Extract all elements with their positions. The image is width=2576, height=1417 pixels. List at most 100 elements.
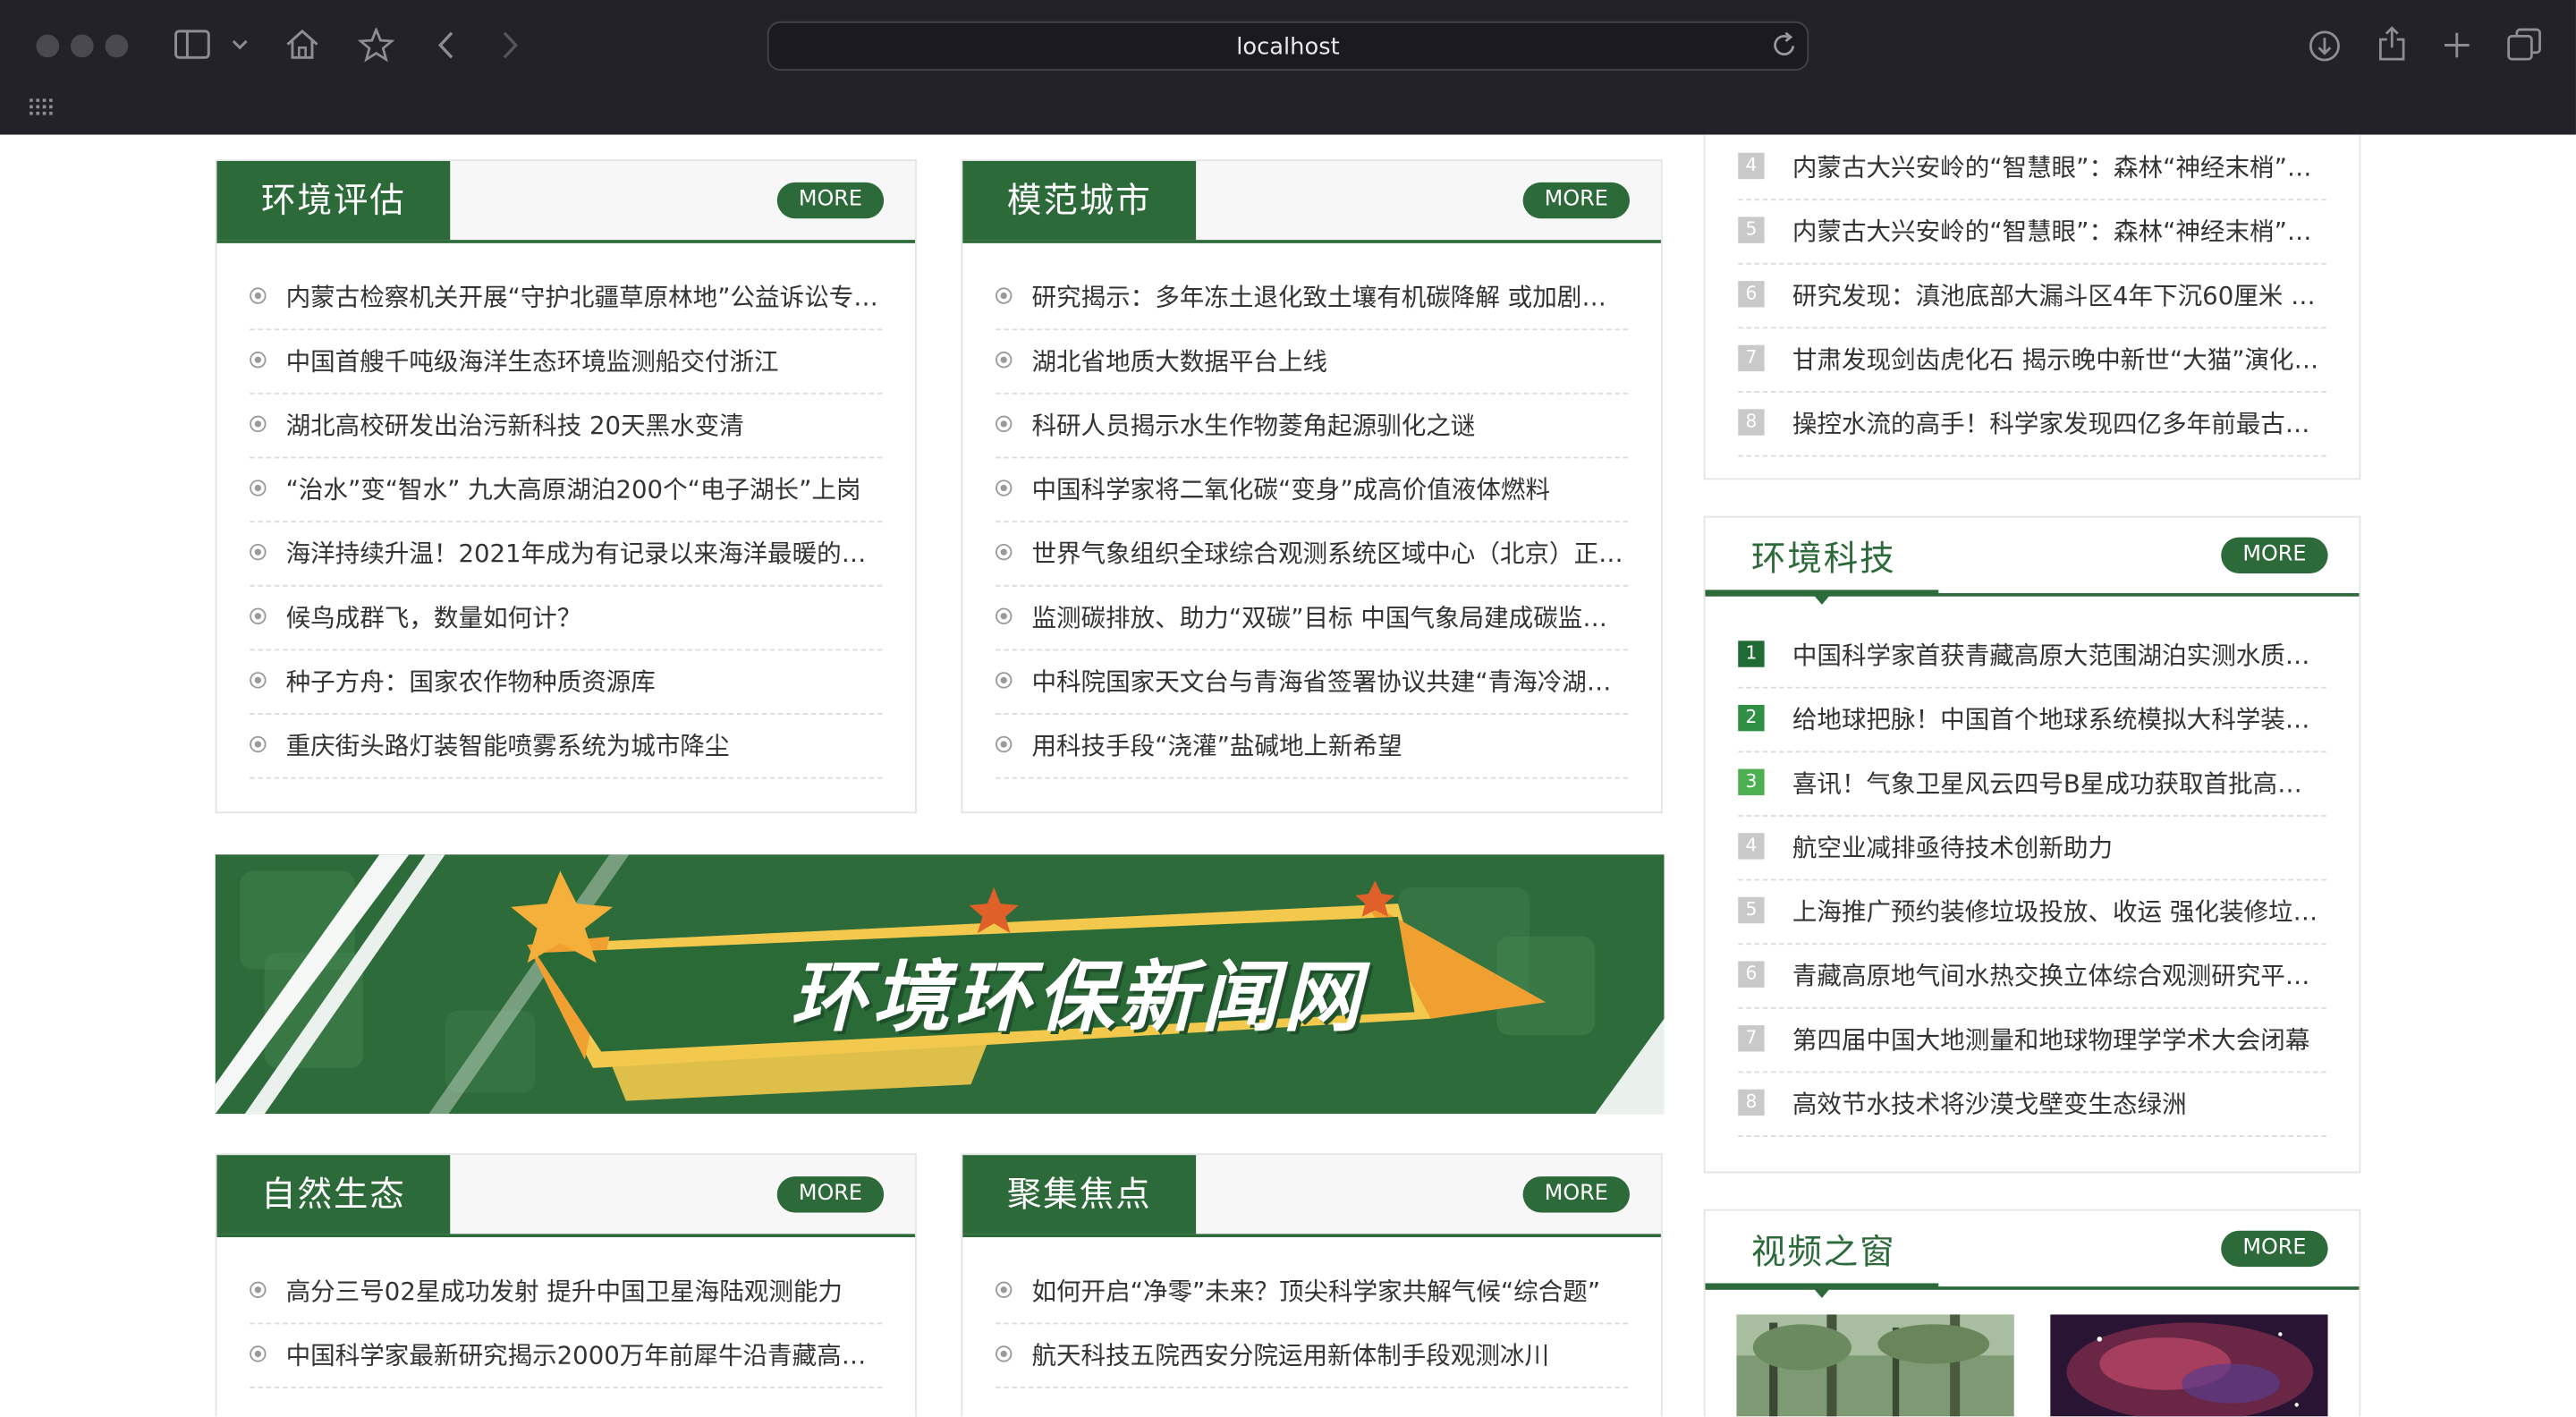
news-link[interactable]: 中国首艘千吨级海洋生态环境监测船交付浙江 <box>286 344 883 378</box>
list-item[interactable]: 重庆街头路灯装智能喷雾系统为城市降尘 <box>250 715 883 779</box>
chevron-down-icon[interactable] <box>232 39 248 51</box>
list-item[interactable]: 监测碳排放、助力“双碳”目标 中国气象局建成碳监测网 <box>996 587 1629 651</box>
list-item[interactable]: 4 内蒙古大兴安岭的“智慧眼”：森林“神经末梢”守护绿水青山 <box>1738 136 2326 201</box>
address-bar[interactable]: localhost <box>767 21 1809 71</box>
news-link[interactable]: 高效节水技术将沙漠戈壁变生态绿洲 <box>1792 1086 2326 1121</box>
tabs-overview-icon[interactable] <box>2507 28 2542 63</box>
panel-title[interactable]: 环境评估 <box>216 160 451 241</box>
list-item[interactable]: “治水”变“智水” 九大高原湖泊200个“电子湖长”上岗 <box>250 458 883 523</box>
panel-title[interactable]: 自然生态 <box>216 1155 451 1235</box>
panel-title[interactable]: 视频之窗 <box>1751 1226 1896 1275</box>
list-item[interactable]: 1 中国科学家首获青藏高原大范围湖泊实测水质数据 <box>1738 624 2326 689</box>
list-item[interactable]: 8 操控水流的高手！科学家发现四亿多年前最古老的鱼类 <box>1738 393 2326 457</box>
list-item[interactable]: 6 研究发现：滇池底部大漏斗区4年下沉60厘米 亟需治理 <box>1738 265 2326 329</box>
list-item[interactable]: 种子方舟：国家农作物种质资源库 <box>250 650 883 715</box>
download-icon[interactable] <box>2309 30 2342 63</box>
video-thumbnail-nebula[interactable] <box>2050 1314 2328 1417</box>
list-item[interactable]: 湖北高校研发出治污新科技 20天黑水变清 <box>250 395 883 459</box>
list-item[interactable]: 湖北省地质大数据平台上线 <box>996 330 1629 395</box>
panel-focus: 聚集焦点 MORE 如何开启“净零”未来？顶尖科学家共解气候“综合题” 航天科技… <box>961 1153 1663 1417</box>
window-minimize-button[interactable] <box>70 34 94 58</box>
news-link[interactable]: 第四届中国大地测量和地球物理学学术大会闭幕 <box>1792 1022 2326 1056</box>
news-link[interactable]: 中科院国家天文台与青海省签署协议共建“青海冷湖天文观测基地” <box>1031 664 1628 699</box>
news-link[interactable]: 重庆街头路灯装智能喷雾系统为城市降尘 <box>286 728 883 763</box>
share-icon[interactable] <box>2377 26 2407 62</box>
news-link[interactable]: 喜讯！气象卫星风云四号B星成功获取首批高清图像 <box>1792 766 2326 801</box>
list-item[interactable]: 8 高效节水技术将沙漠戈壁变生态绿洲 <box>1738 1073 2326 1137</box>
news-link[interactable]: 给地球把脉！中国首个地球系统模拟大科学装置启用 <box>1792 701 2326 736</box>
more-button[interactable]: MORE <box>1522 1176 1631 1213</box>
news-link[interactable]: 研究揭示：多年冻土退化致土壤有机碳降解 或加剧气候变暖 <box>1031 279 1628 314</box>
news-link[interactable]: 青藏高原地气间水热交换立体综合观测研究平台建成 <box>1792 958 2326 993</box>
list-item[interactable]: 5 上海推广预约装修垃圾投放、收运 强化装修垃圾管理 <box>1738 880 2326 946</box>
rank-number: 4 <box>1738 833 1765 860</box>
grid-icon[interactable] <box>30 98 53 115</box>
list-item[interactable]: 内蒙古检察机关开展“守护北疆草原林地”公益诉讼专项监督活动 <box>250 267 883 331</box>
news-link[interactable]: “治水”变“智水” 九大高原湖泊200个“电子湖长”上岗 <box>286 471 883 506</box>
news-link[interactable]: 内蒙古大兴安岭的“智慧眼”：森林“神经末梢”守护绿水青山 <box>1792 149 2326 184</box>
news-link[interactable]: 研究发现：滇池底部大漏斗区4年下沉60厘米 亟需治理 <box>1792 277 2326 312</box>
list-item[interactable]: 候鸟成群飞，数量如何计？ <box>250 587 883 651</box>
list-item[interactable]: 航天科技五院西安分院运用新体制手段观测冰川 <box>996 1324 1629 1389</box>
news-link[interactable]: 中国科学家将二氧化碳“变身”成高价值液体燃料 <box>1031 471 1628 506</box>
list-item[interactable]: 2 给地球把脉！中国首个地球系统模拟大科学装置启用 <box>1738 689 2326 753</box>
list-item[interactable]: 如何开启“净零”未来？顶尖科学家共解气候“综合题” <box>996 1260 1629 1325</box>
list-item[interactable]: 中科院国家天文台与青海省签署协议共建“青海冷湖天文观测基地” <box>996 650 1629 715</box>
window-close-button[interactable] <box>36 34 60 58</box>
list-item[interactable]: 高分三号02星成功发射 提升中国卫星海陆观测能力 <box>250 1260 883 1325</box>
news-link[interactable]: 内蒙古大兴安岭的“智慧眼”：森林“神经末梢”守护绿水青山 <box>1792 214 2326 249</box>
more-button[interactable]: MORE <box>2221 1230 2328 1268</box>
list-item[interactable]: 6 青藏高原地气间水热交换立体综合观测研究平台建成 <box>1738 945 2326 1009</box>
list-item[interactable]: 科研人员揭示水生作物菱角起源驯化之谜 <box>996 395 1629 459</box>
more-button[interactable]: MORE <box>776 182 885 219</box>
news-link[interactable]: 候鸟成群飞，数量如何计？ <box>286 599 883 634</box>
window-zoom-button[interactable] <box>105 34 129 58</box>
list-item[interactable]: 中国科学家最新研究揭示2000万年前犀牛沿青藏高原扩散 <box>250 1324 883 1389</box>
home-icon[interactable] <box>284 28 320 61</box>
reload-icon[interactable] <box>1773 31 1798 57</box>
news-link[interactable]: 海洋持续升温！2021年成为有记录以来海洋最暖的一年 <box>286 536 883 571</box>
panel-title[interactable]: 聚集焦点 <box>962 1155 1197 1235</box>
list-item[interactable]: 中国科学家将二氧化碳“变身”成高价值液体燃料 <box>996 458 1629 523</box>
back-icon[interactable] <box>437 31 455 59</box>
news-link[interactable]: 科研人员揭示水生作物菱角起源驯化之谜 <box>1031 408 1628 443</box>
list-item[interactable]: 研究揭示：多年冻土退化致土壤有机碳降解 或加剧气候变暖 <box>996 267 1629 331</box>
news-link[interactable]: 操控水流的高手！科学家发现四亿多年前最古老的鱼类 <box>1792 406 2326 441</box>
panel-title[interactable]: 环境科技 <box>1751 532 1896 581</box>
news-link[interactable]: 世界气象组织全球综合观测系统区域中心（北京）正式成立 <box>1031 536 1628 571</box>
list-item[interactable]: 世界气象组织全球综合观测系统区域中心（北京）正式成立 <box>996 522 1629 587</box>
more-button[interactable]: MORE <box>2221 537 2328 574</box>
news-link[interactable]: 湖北省地质大数据平台上线 <box>1031 344 1628 378</box>
list-item[interactable]: 5 内蒙古大兴安岭的“智慧眼”：森林“神经末梢”守护绿水青山 <box>1738 200 2326 265</box>
news-link[interactable]: 种子方舟：国家农作物种质资源库 <box>286 664 883 699</box>
news-link[interactable]: 高分三号02星成功发射 提升中国卫星海陆观测能力 <box>286 1273 883 1308</box>
more-button[interactable]: MORE <box>1522 182 1631 219</box>
news-link[interactable]: 监测碳排放、助力“双碳”目标 中国气象局建成碳监测网 <box>1031 599 1628 634</box>
site-banner[interactable]: 环境环保新闻网 <box>215 854 1665 1115</box>
news-link[interactable]: 中国科学家首获青藏高原大范围湖泊实测水质数据 <box>1792 638 2326 673</box>
list-item[interactable]: 7 甘肃发现剑齿虎化石 揭示晚中新世“大猫”演化历程 <box>1738 328 2326 393</box>
list-item[interactable]: 3 喜讯！气象卫星风云四号B星成功获取首批高清图像 <box>1738 752 2326 817</box>
news-link[interactable]: 中国科学家最新研究揭示2000万年前犀牛沿青藏高原扩散 <box>286 1337 883 1372</box>
star-icon[interactable] <box>358 28 394 63</box>
more-button[interactable]: MORE <box>776 1176 885 1213</box>
news-link[interactable]: 湖北高校研发出治污新科技 20天黑水变清 <box>286 408 883 443</box>
list-item[interactable]: 中国首艘千吨级海洋生态环境监测船交付浙江 <box>250 330 883 395</box>
news-link[interactable]: 航空业减排亟待技术创新助力 <box>1792 830 2326 865</box>
news-link[interactable]: 用科技手段“浇灌”盐碱地上新希望 <box>1031 728 1628 763</box>
url-text[interactable]: localhost <box>769 35 1808 61</box>
list-item[interactable]: 用科技手段“浇灌”盐碱地上新希望 <box>996 715 1629 779</box>
sidebar-icon[interactable] <box>174 30 210 59</box>
list-item[interactable]: 4 航空业减排亟待技术创新助力 <box>1738 817 2326 881</box>
panel-title[interactable]: 模范城市 <box>962 160 1197 241</box>
new-tab-icon[interactable] <box>2443 31 2470 59</box>
forward-icon[interactable] <box>501 31 519 59</box>
news-link[interactable]: 甘肃发现剑齿虎化石 揭示晚中新世“大猫”演化历程 <box>1792 342 2326 377</box>
list-item[interactable]: 7 第四届中国大地测量和地球物理学学术大会闭幕 <box>1738 1009 2326 1073</box>
list-item[interactable]: 海洋持续升温！2021年成为有记录以来海洋最暖的一年 <box>250 522 883 587</box>
news-link[interactable]: 上海推广预约装修垃圾投放、收运 强化装修垃圾管理 <box>1792 894 2326 929</box>
news-link[interactable]: 内蒙古检察机关开展“守护北疆草原林地”公益诉讼专项监督活动 <box>286 279 883 314</box>
video-thumbnail-forest[interactable] <box>1736 1314 2014 1417</box>
news-link[interactable]: 如何开启“净零”未来？顶尖科学家共解气候“综合题” <box>1031 1273 1628 1308</box>
news-link[interactable]: 航天科技五院西安分院运用新体制手段观测冰川 <box>1031 1337 1628 1372</box>
